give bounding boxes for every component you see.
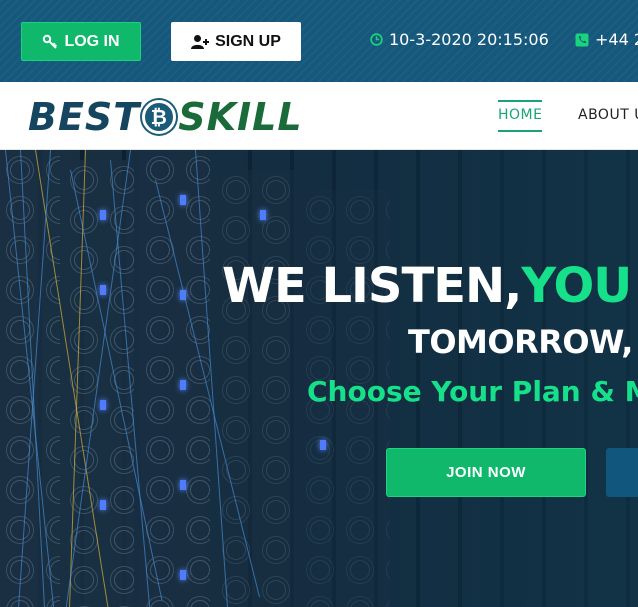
hero-banner: WE LISTEN,YOU PR TOMORROW, TO Choose You… (0, 150, 638, 607)
hero-headline: WE LISTEN,YOU PR (222, 258, 638, 314)
bitcoin-icon: ₿ (142, 100, 177, 134)
user-plus-icon (191, 34, 210, 50)
login-button[interactable]: LOG IN (21, 22, 141, 61)
logo-text-skill: SKILL (178, 95, 303, 139)
phone-text: +44 2 (595, 30, 638, 49)
clock-icon (370, 33, 383, 46)
secondary-cta-button[interactable] (606, 448, 638, 497)
datetime-display: 10-3-2020 20:15:06 (370, 30, 549, 49)
signup-label: SIGN UP (215, 32, 281, 50)
signup-button[interactable]: SIGN UP (171, 22, 301, 61)
logo-text-best: BEST (28, 95, 141, 139)
hero-headline-white: WE LISTEN, (222, 258, 522, 314)
join-now-button[interactable]: JOIN NOW (386, 448, 586, 497)
login-label: LOG IN (64, 32, 120, 50)
nav-item-about[interactable]: ABOUT U (578, 107, 638, 123)
hero-headline-green: YOU PR (521, 258, 638, 314)
nav-item-home[interactable]: HOME (498, 100, 543, 132)
datetime-text: 10-3-2020 20:15:06 (389, 30, 549, 49)
phone-icon (575, 33, 589, 47)
top-bar: LOG IN SIGN UP 10-3-2020 20:15:06 +44 2 (0, 0, 638, 82)
phone-display[interactable]: +44 2 (575, 30, 638, 49)
hero-subheadline: TOMORROW, TO (408, 323, 638, 361)
key-icon (42, 34, 58, 50)
main-navbar: BEST ₿ SKILL HOME ABOUT U (0, 82, 638, 150)
hero-tagline: Choose Your Plan & Ma (307, 375, 638, 408)
site-logo[interactable]: BEST ₿ SKILL (28, 95, 303, 139)
